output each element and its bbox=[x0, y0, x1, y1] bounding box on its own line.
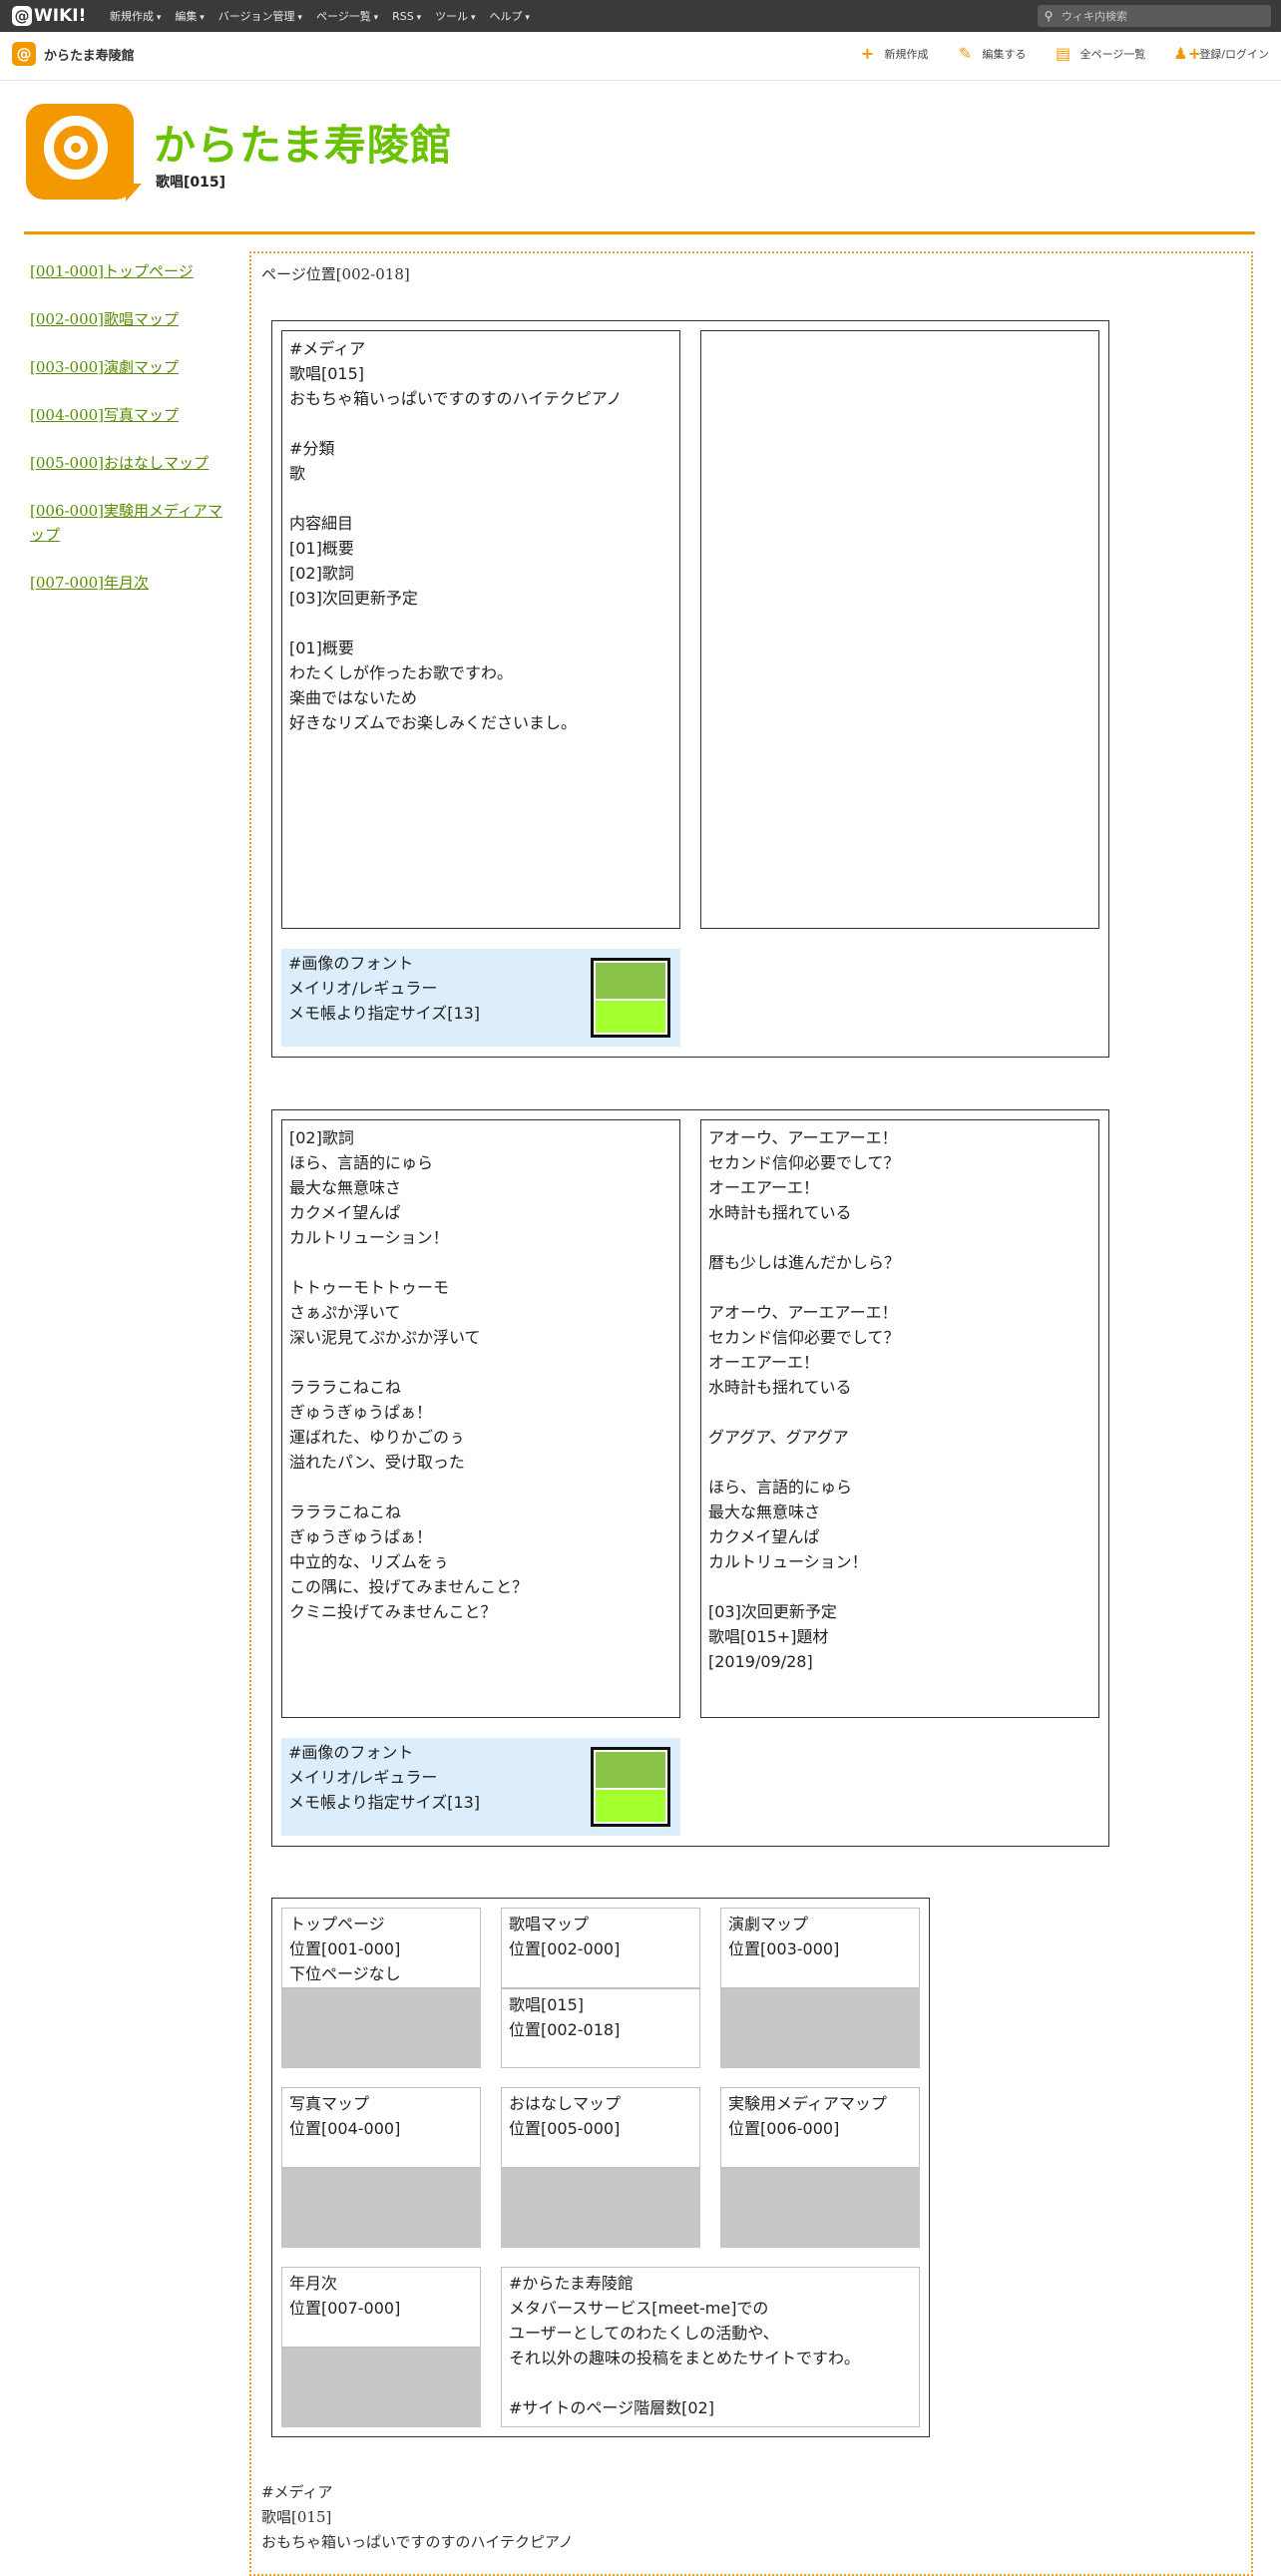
page-location: ページ位置[002-018] bbox=[261, 265, 410, 283]
action-label: 新規作成 bbox=[884, 47, 929, 61]
action-label: 編集する bbox=[982, 47, 1027, 61]
wiki-search: ⚲ bbox=[1038, 5, 1271, 27]
menu-tools[interactable]: ツール bbox=[435, 8, 475, 24]
document-icon: ▤ bbox=[1055, 44, 1071, 63]
sidebar-link-ohanashi[interactable]: [005-000]おはなしマップ bbox=[30, 451, 229, 475]
search-icon[interactable]: ⚲ bbox=[1038, 9, 1060, 23]
action-login[interactable]: ♟+ 登録/ログイン bbox=[1173, 44, 1269, 63]
site-big-logo-icon[interactable] bbox=[26, 104, 142, 202]
search-input[interactable] bbox=[1060, 8, 1263, 24]
nav-cell-top[interactable]: トップページ 位置[001-000] 下位ページなし bbox=[281, 1908, 481, 1988]
action-all-pages[interactable]: ▤ 全ページ一覧 bbox=[1055, 44, 1146, 63]
sidebar-link-nengetsu[interactable]: [007-000]年月次 bbox=[30, 571, 229, 595]
sidebar-link-engeki[interactable]: [003-000]演劇マップ bbox=[30, 355, 229, 379]
menu-new[interactable]: 新規作成 bbox=[110, 8, 161, 24]
nav-thumb-top[interactable] bbox=[281, 1988, 481, 2068]
site-about-box: #からたま寿陵館 メタバースサービス[meet-me]での ユーザーとしてのわた… bbox=[501, 2267, 920, 2427]
action-edit[interactable]: ✎ 編集する bbox=[957, 44, 1027, 63]
pencil-icon: ✎ bbox=[958, 44, 973, 63]
user-add-icon: ♟+ bbox=[1173, 44, 1202, 63]
overview-text-box: #メディア 歌唱[015] おもちゃ箱いっぱいですのすのハイテクピアノ #分類 … bbox=[281, 330, 680, 929]
site-at-icon: @ bbox=[12, 42, 36, 66]
top-navbar: @ WIKI! 新規作成 編集 バージョン管理 ページ一覧 RSS ツール ヘル… bbox=[0, 0, 1281, 32]
lyrics-right-box: アオーウ、アーエアーエ！ セカンド信仰必要でして？ オーエアーエ！ 水時計も揺れ… bbox=[700, 1119, 1099, 1718]
nav-cell-shashin[interactable]: 写真マップ 位置[004-000] bbox=[281, 2087, 481, 2168]
nav-thumb-engeki[interactable] bbox=[720, 1988, 920, 2068]
sidebar-menu: [001-000]トップページ [002-000]歌唱マップ [003-000]… bbox=[30, 259, 229, 619]
overview-image-box bbox=[700, 330, 1099, 929]
nav-cell-ohanashi[interactable]: おはなしマップ 位置[005-000] bbox=[501, 2087, 700, 2168]
nav-thumb-ohanashi[interactable] bbox=[501, 2168, 700, 2248]
nav-thumb-jikken[interactable] bbox=[720, 2168, 920, 2248]
menu-version[interactable]: バージョン管理 bbox=[218, 8, 302, 24]
color-swatch-image bbox=[591, 958, 670, 1038]
action-label: 全ページ一覧 bbox=[1079, 47, 1146, 61]
nav-cell-nengetsu[interactable]: 年月次 位置[007-000] bbox=[281, 2267, 481, 2348]
action-new-page[interactable]: + 新規作成 bbox=[859, 44, 929, 63]
color-swatch-image bbox=[591, 1747, 670, 1827]
page-title: 歌唱[015] bbox=[156, 175, 226, 191]
plus-icon: + bbox=[860, 44, 875, 63]
atwiki-logo[interactable]: @ WIKI! bbox=[12, 4, 86, 28]
nav-thumb-shashin[interactable] bbox=[281, 2168, 481, 2248]
sidebar-link-jikken[interactable]: [006-000]実験用メディアマップ bbox=[30, 499, 229, 547]
nav-thumb-nengetsu[interactable] bbox=[281, 2348, 481, 2427]
nav-cell-current-page[interactable]: 歌唱[015] 位置[002-018] bbox=[501, 1988, 700, 2068]
site-name: からたま寿陵館 bbox=[44, 48, 135, 64]
nav-cell-engeki[interactable]: 演劇マップ 位置[003-000] bbox=[720, 1908, 920, 1988]
nav-cell-uta-map[interactable]: 歌唱マップ 位置[002-000] bbox=[501, 1908, 700, 1988]
lyrics-left-box: [02]歌詞 ほら、言語的にゅら 最大な無意味さ カクメイ望んぱ カルトリューシ… bbox=[281, 1119, 680, 1718]
top-menu: 新規作成 編集 バージョン管理 ページ一覧 RSS ツール ヘルプ bbox=[110, 0, 530, 32]
menu-page-list[interactable]: ページ一覧 bbox=[316, 8, 378, 24]
media-summary-text: #メディア 歌唱[015] おもちゃ箱いっぱいですのすのハイテクピアノ bbox=[261, 2483, 574, 2551]
menu-help[interactable]: ヘルプ bbox=[490, 8, 530, 24]
nav-cell-jikken[interactable]: 実験用メディアマップ 位置[006-000] bbox=[720, 2087, 920, 2168]
page-actions: + 新規作成 ✎ 編集する ▤ 全ページ一覧 ♟+ 登録/ログイン bbox=[859, 44, 1269, 63]
sidebar-link-shashin[interactable]: [004-000]写真マップ bbox=[30, 403, 229, 427]
action-label: 登録/ログイン bbox=[1199, 47, 1269, 61]
site-title[interactable]: からたま寿陵館 bbox=[154, 112, 453, 173]
logo-text: WIKI! bbox=[34, 6, 87, 26]
header-divider bbox=[24, 231, 1255, 234]
sidebar-link-uta[interactable]: [002-000]歌唱マップ bbox=[30, 307, 229, 331]
at-logo-icon: @ bbox=[12, 6, 32, 26]
site-bar: @ からたま寿陵館 + 新規作成 ✎ 編集する ▤ 全ページ一覧 ♟+ 登録/ロ… bbox=[0, 32, 1281, 81]
menu-rss[interactable]: RSS bbox=[392, 10, 421, 23]
sidebar-link-top[interactable]: [001-000]トップページ bbox=[30, 259, 229, 283]
site-logo-link[interactable]: @ からたま寿陵館 bbox=[12, 42, 135, 66]
menu-edit[interactable]: 編集 bbox=[175, 8, 204, 24]
